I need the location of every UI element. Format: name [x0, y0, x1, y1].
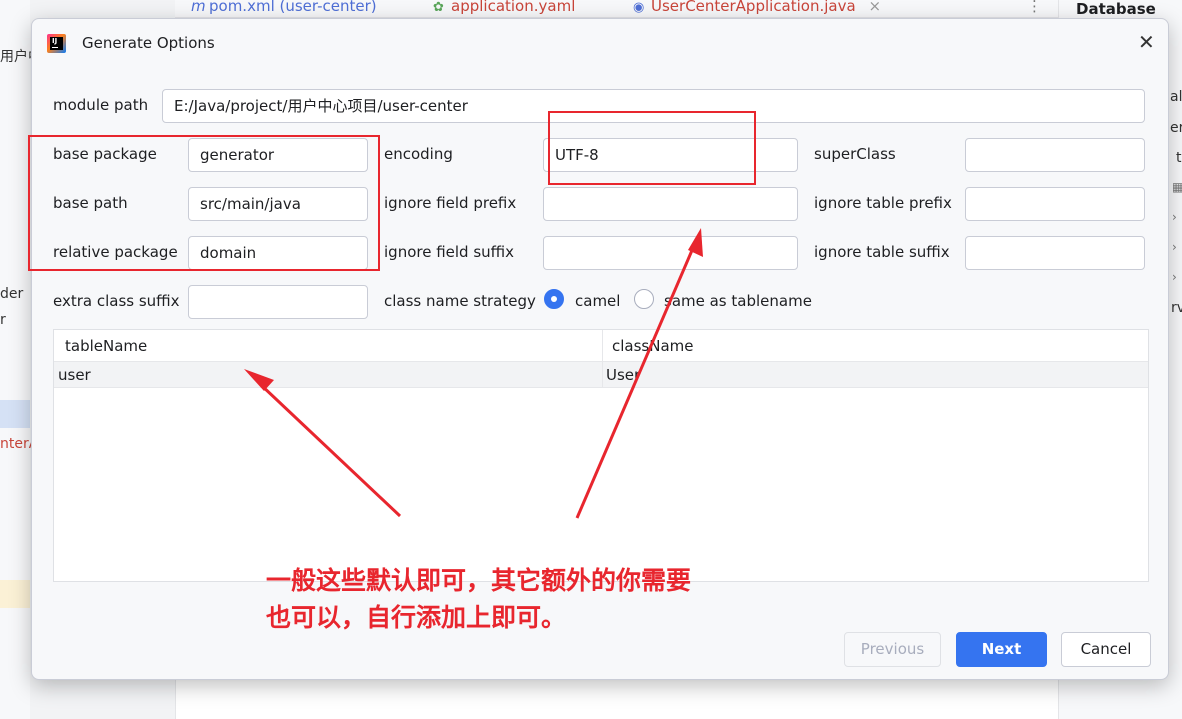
annotation-arrow-right: [575, 228, 703, 519]
annotation-arrow-left: [244, 369, 402, 518]
annotation-note-line-2: 也可以，自行添加上即可。: [266, 603, 567, 632]
annotation-note-line-1: 一般这些默认即可，其它额外的你需要: [266, 566, 692, 595]
annotation-note: 一般这些默认即可，其它额外的你需要 也可以，自行添加上即可。: [266, 562, 691, 636]
